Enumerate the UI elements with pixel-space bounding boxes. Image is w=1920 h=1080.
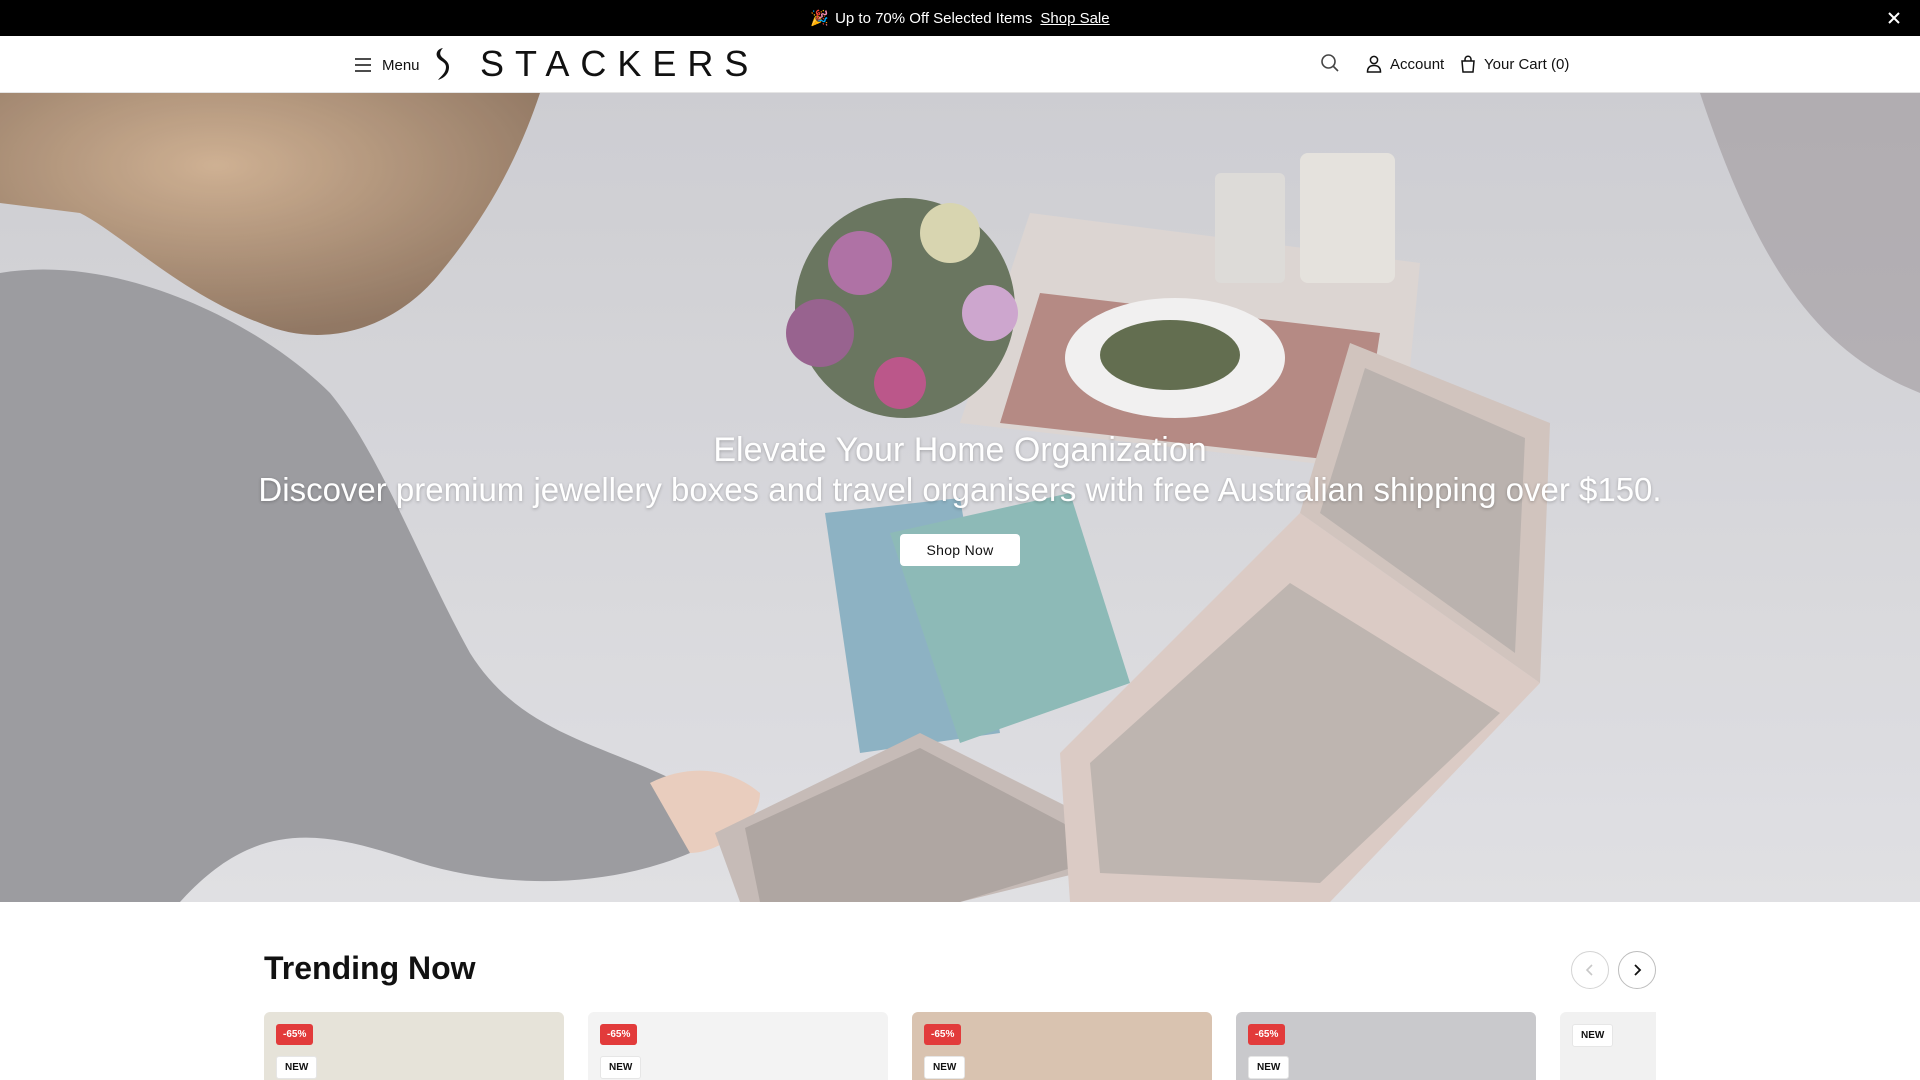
account-button[interactable]: Account xyxy=(1366,52,1444,76)
carousel-prev-button[interactable] xyxy=(1571,951,1609,989)
close-icon xyxy=(1888,12,1900,24)
hamburger-icon xyxy=(355,58,371,72)
new-badge: NEW xyxy=(600,1056,642,1079)
site-header: Menu STACKERS Account Your Cart (0) xyxy=(0,36,1920,93)
cart-label: Your Cart (0) xyxy=(1484,55,1570,73)
product-card[interactable]: -65% NEW xyxy=(912,1012,1212,1080)
account-label: Account xyxy=(1390,55,1445,73)
discount-badge: -65% xyxy=(1248,1024,1286,1045)
product-card[interactable]: -65% NEW xyxy=(1236,1012,1536,1080)
new-badge: NEW xyxy=(1248,1056,1290,1079)
trending-heading: Trending Now xyxy=(264,950,476,986)
new-badge: NEW xyxy=(924,1056,966,1079)
hero-title: Elevate Your Home Organization xyxy=(713,431,1207,469)
chevron-right-icon xyxy=(1634,964,1642,976)
chevron-left-icon xyxy=(1585,964,1593,976)
discount-badge: -65% xyxy=(276,1024,314,1045)
menu-button[interactable]: Menu xyxy=(354,53,420,77)
search-button[interactable] xyxy=(1320,53,1342,75)
cart-button[interactable]: Your Cart (0) xyxy=(1460,52,1569,76)
logo[interactable]: STACKERS xyxy=(432,46,759,82)
search-icon xyxy=(1321,54,1339,72)
hero-banner: Elevate Your Home Organization Discover … xyxy=(0,93,1920,902)
shop-sale-link[interactable]: Shop Sale xyxy=(1040,10,1109,27)
product-card[interactable]: -65% NEW xyxy=(588,1012,888,1080)
user-icon xyxy=(1366,55,1382,73)
new-badge: NEW xyxy=(276,1056,318,1079)
shop-now-button[interactable]: Shop Now xyxy=(900,534,1020,566)
product-card[interactable]: -65% NEW xyxy=(264,1012,564,1080)
close-announcement-button[interactable] xyxy=(1884,8,1904,28)
shopping-bag-icon xyxy=(1461,55,1475,73)
product-card[interactable]: NEW xyxy=(1560,1012,1656,1080)
new-badge: NEW xyxy=(1572,1024,1614,1047)
party-popper-icon: 🎉 xyxy=(810,10,830,27)
logo-mark-icon xyxy=(436,48,449,80)
menu-label: Menu xyxy=(382,56,420,74)
announcement-bar: 🎉 Up to 70% Off Selected Items Shop Sale xyxy=(0,0,1920,36)
trending-carousel: -65% NEW -65% NEW -65% NEW -65% NEW NEW xyxy=(264,1012,1656,1080)
announcement-text: Up to 70% Off Selected Items xyxy=(835,9,1033,27)
logo-wordmark: STACKERS xyxy=(480,43,760,84)
carousel-next-button[interactable] xyxy=(1618,951,1656,989)
discount-badge: -65% xyxy=(600,1024,638,1045)
discount-badge: -65% xyxy=(924,1024,962,1045)
hero-subtitle: Discover premium jewellery boxes and tra… xyxy=(258,471,1662,508)
